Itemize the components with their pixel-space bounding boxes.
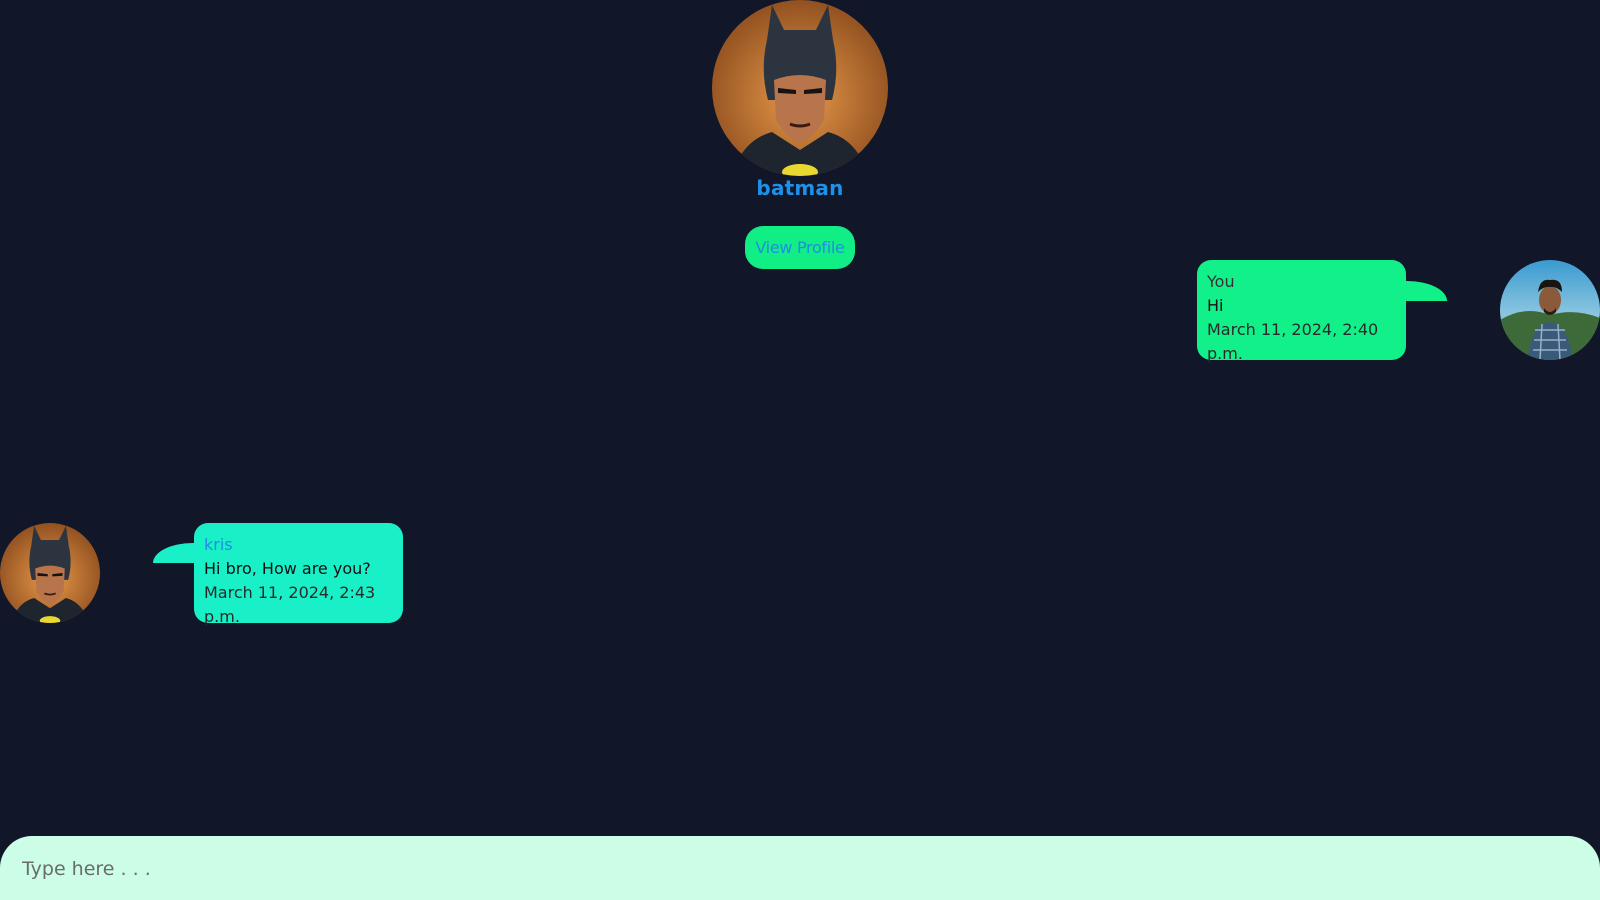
message-text: Hi xyxy=(1207,296,1224,315)
message-bubble-incoming: kris Hi bro, How are you? March 11, 2024… xyxy=(194,523,403,626)
batman-avatar-icon xyxy=(712,0,888,176)
message-composer xyxy=(0,836,1600,900)
user-avatar[interactable] xyxy=(1500,260,1600,360)
contact-name: batman xyxy=(756,176,844,200)
message-timestamp: March 11, 2024, 2:43 p.m. xyxy=(204,583,376,626)
sender-avatar[interactable] xyxy=(0,523,100,623)
contact-avatar[interactable] xyxy=(712,0,888,176)
message-timestamp: March 11, 2024, 2:40 p.m. xyxy=(1207,320,1379,363)
message-sender: kris xyxy=(204,535,233,554)
message-bubble-outgoing: You Hi March 11, 2024, 2:40 p.m. xyxy=(1197,260,1406,363)
message-sender: You xyxy=(1207,272,1235,291)
message-input[interactable] xyxy=(20,848,1564,890)
message-text: Hi bro, How are you? xyxy=(204,559,371,578)
user-photo-avatar-icon xyxy=(1500,260,1600,360)
view-profile-button[interactable]: View Profile xyxy=(745,226,855,269)
batman-avatar-icon xyxy=(0,523,100,623)
chat-page: batman View Profile You Hi March 11, 202… xyxy=(0,0,1600,900)
